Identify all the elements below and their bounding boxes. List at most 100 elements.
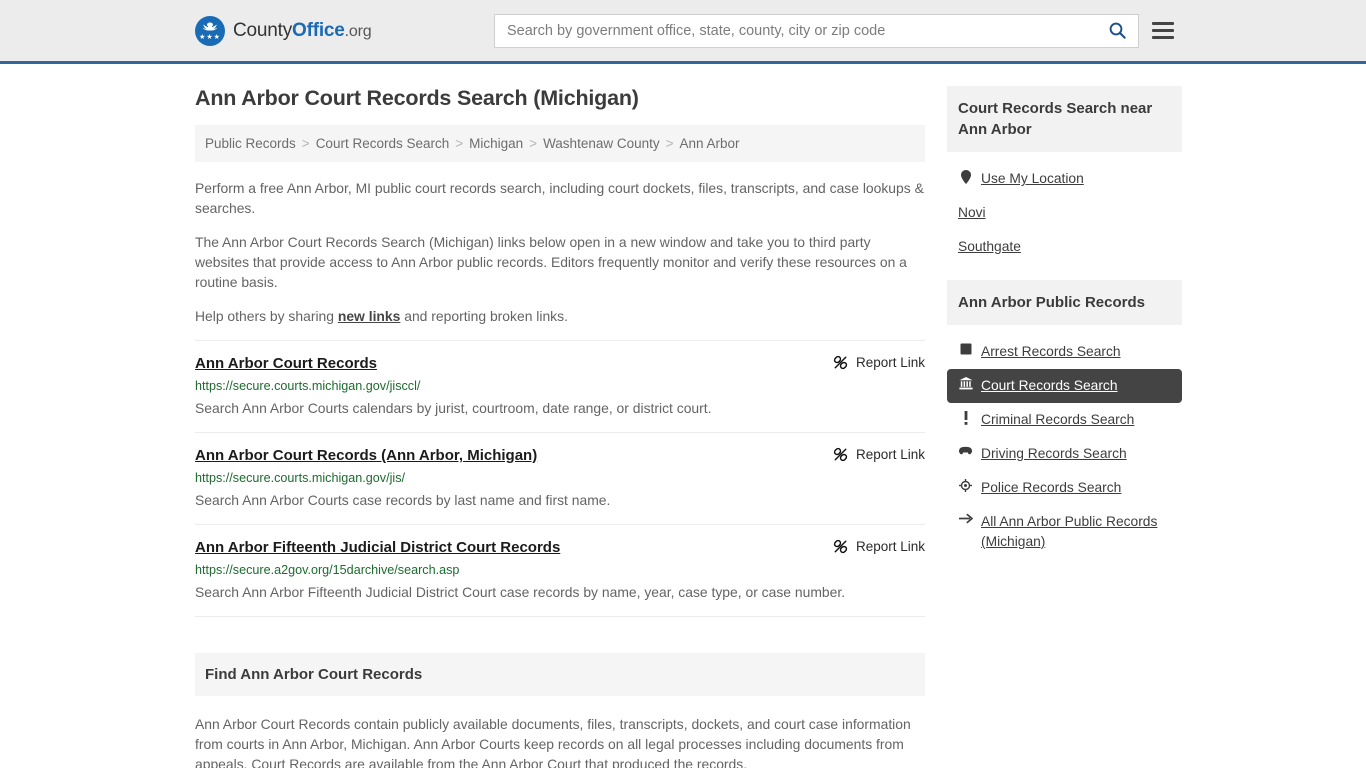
broken-link-icon (833, 447, 848, 462)
courthouse-icon (958, 377, 973, 390)
hamburger-menu-icon[interactable] (1152, 22, 1174, 39)
car-glyph (958, 446, 973, 455)
sidebar-item-court-records[interactable]: Court Records Search (947, 369, 1182, 403)
result-item: Ann Arbor Fifteenth Judicial District Co… (195, 525, 925, 617)
search-bar (494, 13, 1139, 48)
new-links-link[interactable]: new links (338, 308, 401, 324)
public-records-card-body: Arrest Records Search Court Records Sear… (947, 325, 1182, 559)
site-header: ★★★ CountyOffice.org (0, 0, 1366, 64)
hamburger-bar (1152, 22, 1174, 25)
report-link-label: Report Link (855, 539, 925, 554)
breadcrumb-separator: > (665, 136, 674, 151)
breadcrumb: Public Records > Court Records Search > Mich… (195, 125, 925, 162)
page-title: Ann Arbor Court Records Search (Michigan… (195, 86, 639, 110)
report-link-button[interactable]: Report Link (833, 446, 925, 462)
logo-text-county: County (233, 19, 293, 41)
result-title-link[interactable]: Ann Arbor Court Records (Ann Arbor, Mich… (195, 446, 537, 465)
fingerprint-glyph (960, 343, 971, 355)
near-card: Court Records Search near Ann Arbor Use … (947, 86, 1182, 264)
main-column: Ann Arbor Court Records Search (Michigan… (195, 86, 925, 768)
result-description: Search Ann Arbor Fifteenth Judicial Dist… (195, 584, 846, 600)
breadcrumb-item-public-records[interactable]: Public Records (205, 136, 296, 151)
sidebar-link-criminal-records[interactable]: Criminal Records Search (981, 410, 1134, 430)
result-title-link[interactable]: Ann Arbor Court Records (195, 354, 377, 373)
intro-paragraph-3: Help others by sharing new links and rep… (195, 306, 925, 326)
sidebar-item-arrest-records[interactable]: Arrest Records Search (947, 335, 1182, 369)
result-description: Search Ann Arbor Courts calendars by jur… (195, 400, 712, 416)
breadcrumb-separator: > (455, 136, 464, 151)
police-badge-glyph (959, 479, 972, 492)
result-header: Ann Arbor Court Records (Ann Arbor, Mich… (195, 446, 925, 465)
breadcrumb-separator: > (529, 136, 538, 151)
arrow-right-glyph (958, 513, 973, 524)
find-records-heading: Find Ann Arbor Court Records (195, 653, 925, 696)
near-card-body: Use My Location Novi Southgate (947, 152, 1182, 264)
site-logo[interactable]: ★★★ CountyOffice.org (195, 15, 372, 46)
stars-glyph: ★★★ (199, 33, 221, 41)
logo-text-office: Office (292, 19, 345, 41)
result-item: Ann Arbor Court Records Report Link http… (195, 340, 925, 433)
sidebar-item-use-my-location[interactable]: Use My Location (947, 162, 1182, 196)
sidebar-item-police-records[interactable]: Police Records Search (947, 471, 1182, 505)
hamburger-bar (1152, 29, 1174, 32)
content-row: Ann Arbor Court Records Search (Michigan… (195, 64, 1182, 768)
breadcrumb-item-court-records-search[interactable]: Court Records Search (316, 136, 450, 151)
sidebar-link-arrest-records[interactable]: Arrest Records Search (981, 342, 1121, 362)
result-header: Ann Arbor Fifteenth Judicial District Co… (195, 538, 925, 557)
search-box (494, 13, 1139, 48)
police-badge-icon (958, 479, 973, 492)
sidebar-item-driving-records[interactable]: Driving Records Search (947, 437, 1182, 471)
location-pin-icon (958, 170, 973, 184)
sidebar-link-police-records[interactable]: Police Records Search (981, 478, 1121, 498)
location-pin-glyph (960, 170, 971, 184)
eagle-glyph (202, 22, 218, 30)
sidebar-item-all-public-records[interactable]: All Ann Arbor Public Records (Michigan) (947, 505, 1182, 559)
sidebar-link-all-public-records[interactable]: All Ann Arbor Public Records (Michigan) (981, 512, 1171, 552)
fingerprint-icon (958, 343, 973, 355)
result-title-link[interactable]: Ann Arbor Fifteenth Judicial District Co… (195, 538, 560, 557)
result-url[interactable]: https://secure.a2gov.org/15darchive/sear… (195, 563, 925, 577)
broken-link-icon (833, 539, 848, 554)
report-link-button[interactable]: Report Link (833, 354, 925, 370)
eagle-seal-icon: ★★★ (195, 15, 225, 46)
report-link-label: Report Link (855, 355, 925, 370)
page-container: Ann Arbor Court Records Search (Michigan… (0, 64, 1366, 768)
breadcrumb-item-washtenaw-county[interactable]: Washtenaw County (543, 136, 660, 151)
car-icon (958, 445, 973, 455)
sidebar-item-southgate[interactable]: Southgate (947, 230, 1182, 264)
intro-paragraph-2: The Ann Arbor Court Records Search (Mich… (195, 234, 907, 290)
sidebar-item-criminal-records[interactable]: Criminal Records Search (947, 403, 1182, 437)
report-link-label: Report Link (855, 447, 925, 462)
intro-paragraph-1: Perform a free Ann Arbor, MI public cour… (195, 180, 924, 216)
logo-text-tld: .org (344, 22, 372, 40)
breadcrumb-separator: > (301, 136, 310, 151)
sidebar-link-use-my-location[interactable]: Use My Location (981, 169, 1084, 189)
courthouse-glyph (958, 377, 973, 390)
result-description: Search Ann Arbor Courts case records by … (195, 492, 611, 508)
sidebar: Court Records Search near Ann Arbor Use … (947, 86, 1182, 768)
breadcrumb-item-michigan[interactable]: Michigan (469, 136, 523, 151)
intro-text-before: Help others by sharing (195, 308, 338, 324)
result-url[interactable]: https://secure.courts.michigan.gov/jiscc… (195, 379, 925, 393)
near-card-heading: Court Records Search near Ann Arbor (947, 86, 1182, 152)
report-link-button[interactable]: Report Link (833, 538, 925, 554)
result-url[interactable]: https://secure.courts.michigan.gov/jis/ (195, 471, 925, 485)
sidebar-link-court-records[interactable]: Court Records Search (981, 376, 1118, 396)
sidebar-item-novi[interactable]: Novi (947, 196, 1182, 230)
search-input[interactable] (507, 22, 1106, 39)
public-records-card: Ann Arbor Public Records Arrest Records … (947, 280, 1182, 559)
breadcrumb-item-ann-arbor[interactable]: Ann Arbor (680, 136, 740, 151)
find-records-section: Find Ann Arbor Court Records Ann Arbor C… (195, 653, 925, 768)
intro-text-after: and reporting broken links. (400, 308, 568, 324)
sidebar-link-novi[interactable]: Novi (958, 203, 986, 223)
result-item: Ann Arbor Court Records (Ann Arbor, Mich… (195, 433, 925, 525)
exclamation-glyph (964, 411, 967, 425)
search-glyph (1109, 22, 1126, 39)
sidebar-link-southgate[interactable]: Southgate (958, 237, 1021, 257)
search-icon[interactable] (1106, 20, 1128, 42)
hamburger-bar (1152, 36, 1174, 39)
arrow-right-icon (958, 513, 973, 524)
exclamation-icon (958, 411, 973, 425)
broken-link-icon (833, 355, 848, 370)
sidebar-link-driving-records[interactable]: Driving Records Search (981, 444, 1127, 464)
